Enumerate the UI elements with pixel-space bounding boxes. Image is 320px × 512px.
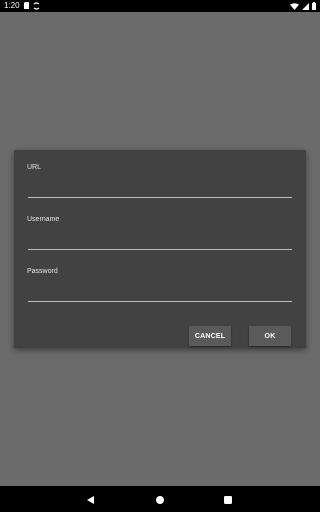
- recents-icon[interactable]: [222, 493, 234, 505]
- status-time: 1:20: [4, 1, 20, 10]
- username-label: Username: [27, 216, 60, 223]
- password-label: Password: [27, 268, 58, 275]
- battery-icon: [312, 2, 316, 10]
- ok-button[interactable]: OK: [249, 326, 291, 346]
- sd-card-icon: [24, 2, 30, 10]
- back-icon[interactable]: [85, 493, 97, 505]
- cancel-button[interactable]: CANCEL: [189, 326, 231, 346]
- status-bar: 1:20: [0, 0, 320, 12]
- home-icon[interactable]: [154, 493, 166, 505]
- username-input[interactable]: [28, 235, 292, 250]
- status-right-icons: [290, 2, 316, 10]
- status-left-icons: [24, 2, 40, 10]
- sync-icon: [33, 2, 40, 10]
- login-dialog: URL Username Password CANCEL OK: [14, 150, 306, 348]
- url-input[interactable]: [28, 183, 292, 198]
- signal-icon: [302, 2, 309, 10]
- password-input[interactable]: [28, 287, 292, 302]
- wifi-icon: [290, 2, 299, 10]
- url-label: URL: [27, 164, 42, 171]
- navigation-bar: [0, 486, 320, 512]
